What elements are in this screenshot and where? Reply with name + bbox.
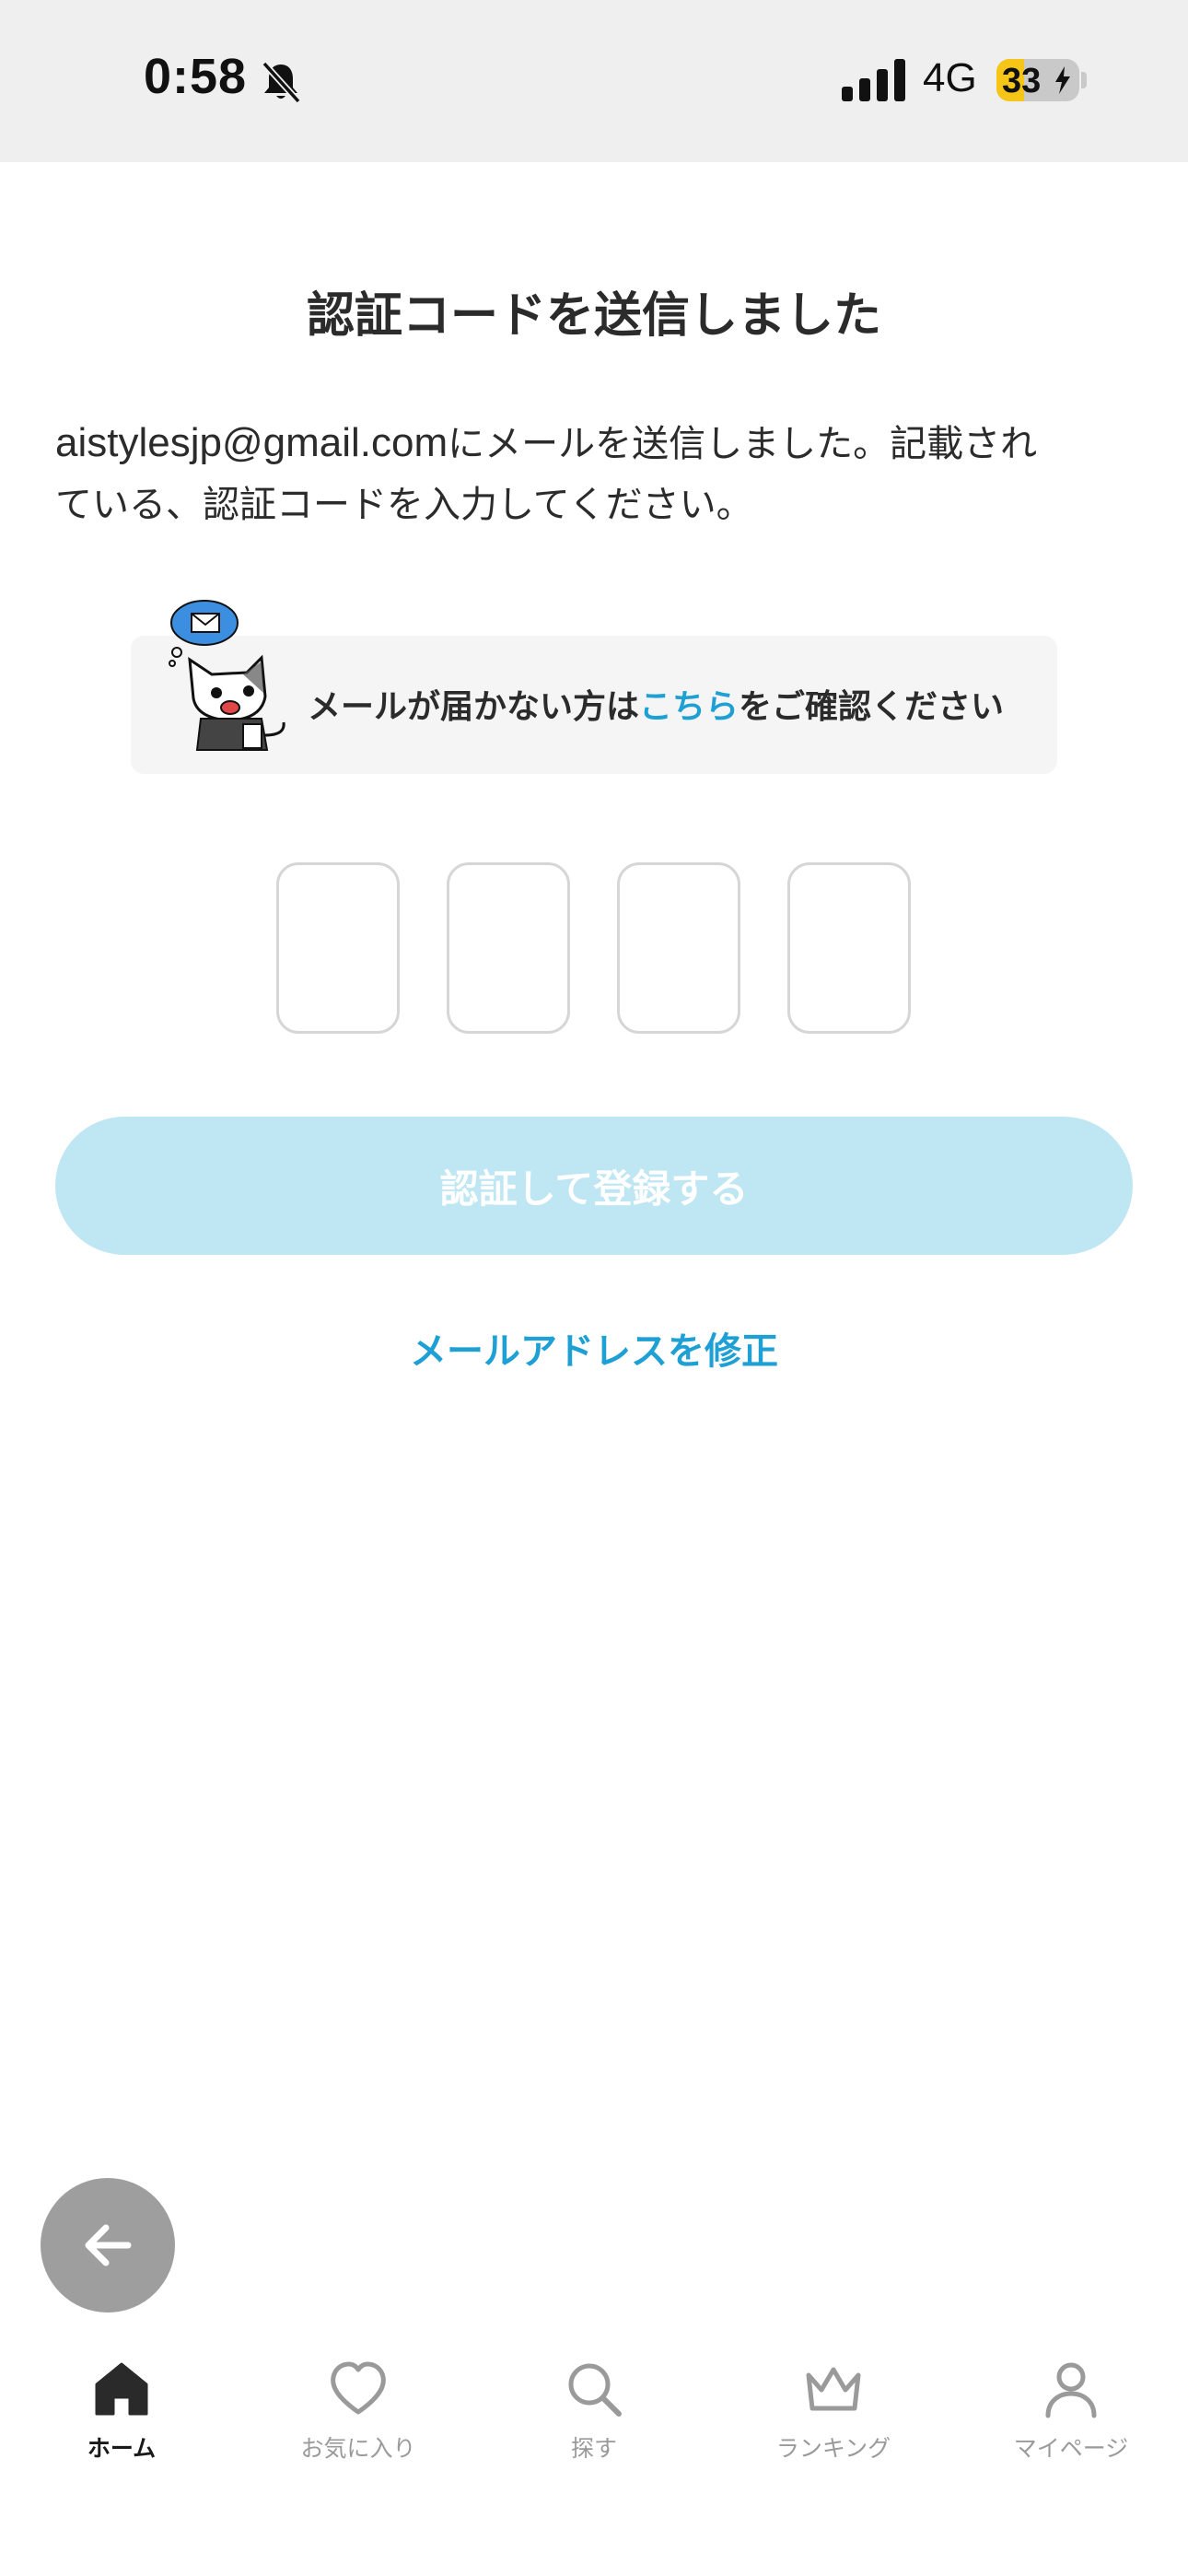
tab-label: マイページ bbox=[1013, 2435, 1129, 2462]
tab-mypage[interactable]: マイページ bbox=[979, 2359, 1163, 2497]
help-text: メールが届かない方はこちらをご確認ください bbox=[308, 680, 1004, 728]
tab-search[interactable]: 探す bbox=[502, 2359, 686, 2497]
tab-ranking[interactable]: ランキング bbox=[741, 2359, 926, 2497]
help-link[interactable]: こちら bbox=[639, 688, 739, 726]
crown-icon bbox=[806, 2367, 861, 2411]
tab-home[interactable]: ホーム bbox=[29, 2359, 214, 2497]
person-icon bbox=[1045, 2362, 1097, 2418]
page-title: 認証コードを送信しました bbox=[306, 288, 881, 344]
bell-off-icon bbox=[262, 61, 301, 104]
search-icon bbox=[568, 2363, 622, 2417]
verify-register-button[interactable]: 認証して登録する bbox=[55, 1117, 1133, 1255]
edit-email-link[interactable]: メールアドレスを修正 bbox=[0, 1321, 1188, 1375]
code-digit-input[interactable] bbox=[787, 862, 911, 1034]
cat-mascot-icon bbox=[169, 600, 285, 751]
battery-cap bbox=[1081, 72, 1087, 88]
tab-label: 探す bbox=[570, 2435, 617, 2462]
help-text-prefix: メールが届かない方は bbox=[308, 688, 640, 726]
tab-label: ランキング bbox=[775, 2435, 891, 2462]
battery-level: 33 bbox=[1002, 62, 1042, 100]
status-time: 0:58 bbox=[144, 49, 248, 104]
description-line1-suffix: にメールを送信しました。記載され bbox=[448, 423, 1038, 465]
status-bar: 0:58 4G 33 bbox=[0, 0, 1188, 162]
email-address: aistylesjp@gmail.com bbox=[55, 420, 448, 465]
battery-icon: 33 bbox=[996, 59, 1079, 101]
charging-bolt-icon bbox=[1055, 66, 1070, 94]
description-text: aistylesjp@gmail.comにメールを送信しました。記載されている、… bbox=[55, 413, 1142, 535]
description-line2: ている、認証コードを入力してください。 bbox=[55, 484, 753, 526]
back-button[interactable] bbox=[41, 2178, 175, 2313]
home-icon bbox=[95, 2362, 148, 2416]
code-digit-input[interactable] bbox=[447, 862, 570, 1034]
heart-icon bbox=[331, 2361, 386, 2415]
arrow-left-icon bbox=[85, 2224, 132, 2266]
network-label: 4G bbox=[923, 55, 977, 100]
help-text-suffix: をご確認ください bbox=[739, 688, 1005, 726]
tab-label: お気に入り bbox=[300, 2435, 416, 2462]
code-digit-input[interactable] bbox=[276, 862, 400, 1034]
code-digit-input[interactable] bbox=[617, 862, 740, 1034]
tab-label: ホーム bbox=[87, 2435, 157, 2462]
verification-code-inputs bbox=[276, 862, 912, 1034]
tab-bar: ホーム お気に入り 探す ランキング マイページ bbox=[0, 2340, 1188, 2576]
signal-icon bbox=[842, 59, 905, 101]
tab-favorites[interactable]: お気に入り bbox=[266, 2359, 450, 2497]
